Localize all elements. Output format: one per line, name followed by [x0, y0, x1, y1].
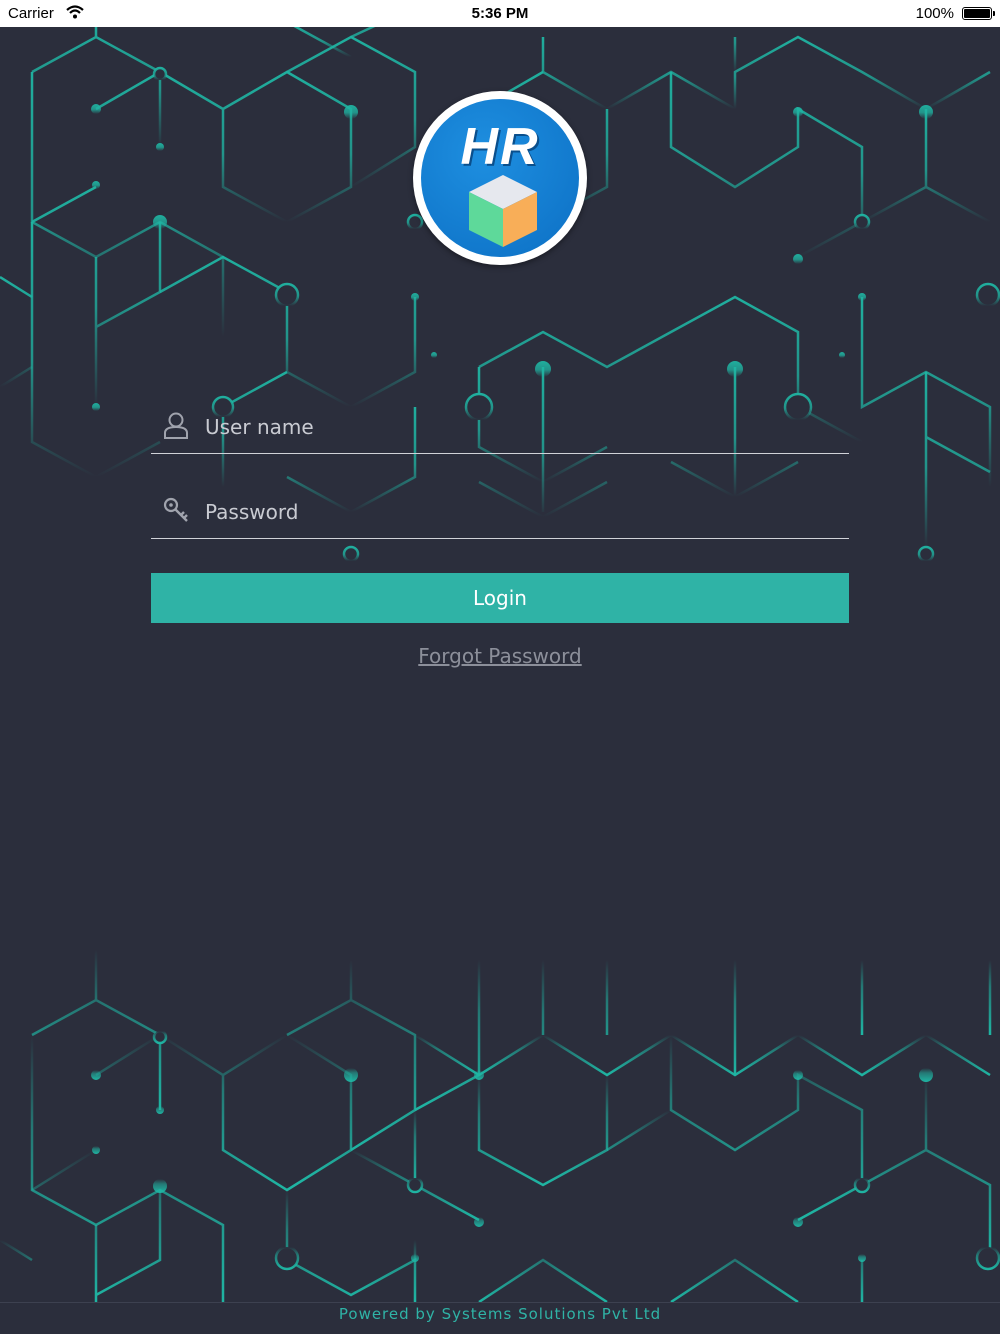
forgot-password-link[interactable]: Forgot Password: [0, 644, 1000, 668]
footer-text: Powered by Systems Solutions Pvt Ltd: [338, 1305, 662, 1323]
battery-percentage: 100%: [915, 5, 954, 22]
footer-divider: [0, 1302, 1000, 1303]
username-input[interactable]: [203, 411, 827, 443]
battery-icon: [962, 7, 995, 20]
status-bar: Carrier 5:36 PM 100%: [0, 0, 1000, 27]
key-icon: [163, 496, 191, 529]
logo-badge: HR: [421, 99, 579, 257]
app-logo: HR: [413, 91, 587, 265]
clock: 5:36 PM: [471, 5, 529, 22]
username-field[interactable]: [151, 403, 849, 454]
password-field[interactable]: [151, 488, 849, 539]
user-icon: [163, 411, 189, 444]
cube-icon: [469, 175, 537, 247]
login-button[interactable]: Login: [151, 573, 849, 623]
logo-text: HR: [460, 118, 540, 176]
circuit-pattern-bottom: [0, 950, 1000, 1302]
password-input[interactable]: [203, 496, 827, 528]
